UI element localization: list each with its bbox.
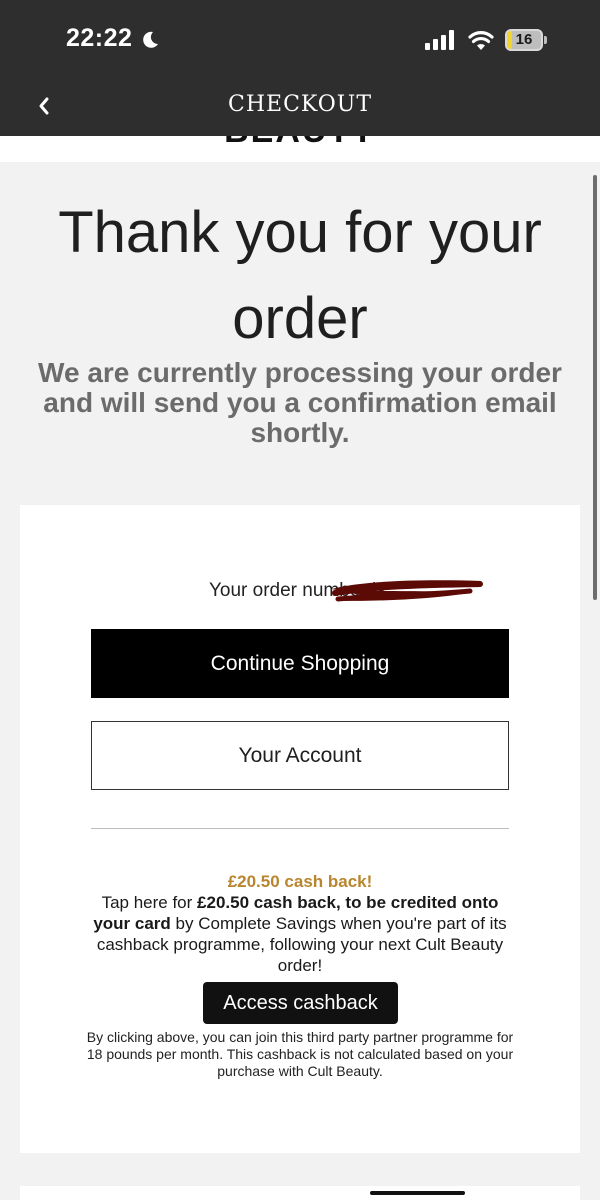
order-card: Your order number is: Continue Shopping … [20,505,580,1153]
moon-icon [143,31,158,48]
divider [91,828,509,829]
page-title: Thank you for your order [58,200,542,351]
battery-icon: 16 [505,29,543,51]
battery-level: 16 [515,31,533,48]
your-account-button[interactable]: Your Account [91,721,509,790]
home-indicator[interactable] [370,1191,465,1195]
cashback-disclaimer: By clicking above, you can join this thi… [86,1029,514,1079]
scrollbar[interactable] [593,175,597,600]
wifi-icon [468,31,494,50]
battery-tip [544,36,547,44]
nav-bar: CHECKOUT [0,80,600,136]
brand-logo: BEAUTY [0,136,600,151]
next-card-edge [20,1186,580,1200]
cashback-desc-prefix: Tap here for [101,893,198,912]
redacted-order-number [332,580,483,602]
access-cashback-button[interactable]: Access cashback [203,982,398,1024]
page-subtitle: We are currently processing your order a… [38,357,562,448]
status-time: 22:22 [66,24,133,52]
logo-strip: BEAUTY [0,136,600,162]
cashback-title: £20.50 cash back! [227,872,373,891]
cashback-description[interactable]: Tap here for £20.50 cash back, to be cre… [90,892,510,976]
order-number-label: Your order number is: [208,580,391,601]
nav-title: CHECKOUT [227,92,372,117]
continue-shopping-button[interactable]: Continue Shopping [91,629,509,698]
status-bar: 22:22 16 [0,0,600,80]
signal-icon [425,30,454,50]
